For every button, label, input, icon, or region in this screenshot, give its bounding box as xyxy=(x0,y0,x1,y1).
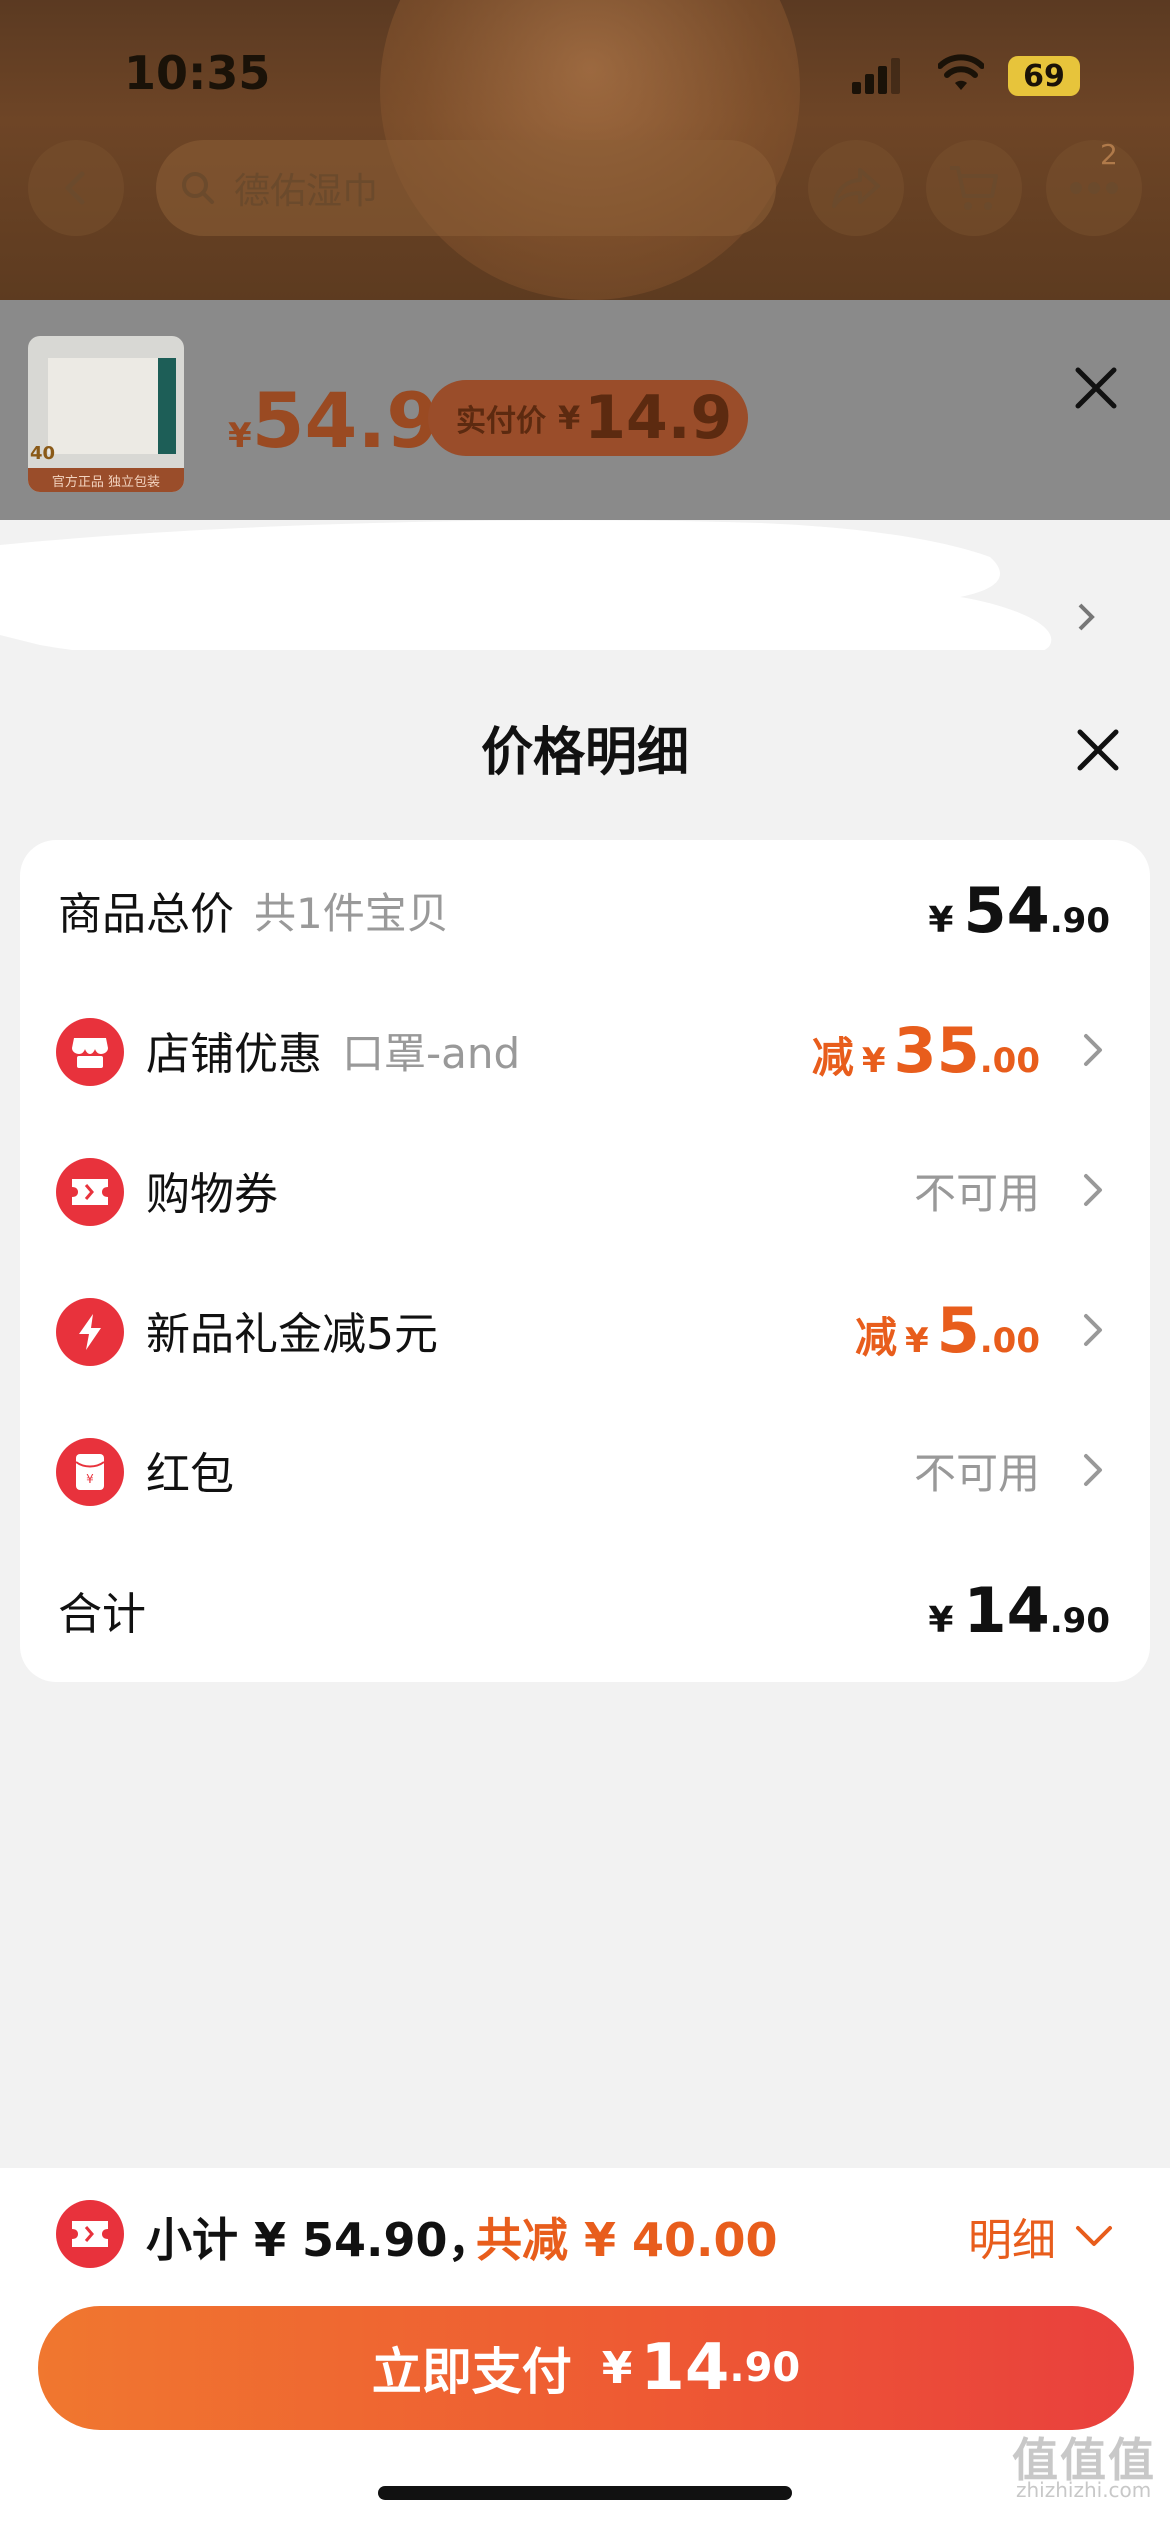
chevron-right-icon xyxy=(1084,1174,1102,1206)
product-thumb-count: 40 xyxy=(30,443,56,464)
product-price: ¥54.9 xyxy=(228,376,440,465)
cart-badge: 2 xyxy=(1100,138,1118,171)
subtotal-text: 小计 ¥ 54.90， xyxy=(146,2213,494,2267)
chevron-right-icon xyxy=(1084,1314,1102,1346)
detail-label: 明细 xyxy=(968,2215,1056,2266)
pay-amount-dec: .90 xyxy=(729,2345,801,2391)
ticket-icon xyxy=(56,2200,124,2268)
price-summary: 小计 ¥ 54.90， 共减 ¥ 40.00 明细 xyxy=(0,2168,1170,2298)
row-label: 店铺优惠 xyxy=(146,1029,322,1080)
row-store-discount[interactable]: 店铺优惠 口罩-and 减 ¥35.00 xyxy=(20,980,1150,1120)
search-input[interactable]: 德佑湿巾 xyxy=(156,140,776,236)
goods-total-price: ¥54.90 xyxy=(928,873,1110,947)
svg-text:¥: ¥ xyxy=(86,1472,94,1486)
row-label: 合计 xyxy=(58,1589,146,1640)
store-discount-amount: 减 ¥35.00 xyxy=(811,1013,1040,1087)
pay-amount-int: 14 xyxy=(640,2331,730,2405)
close-icon[interactable] xyxy=(1070,722,1126,778)
chevron-right-icon xyxy=(1084,1454,1102,1486)
pay-now-button[interactable]: 立即支付 ¥ 14 .90 xyxy=(38,2306,1134,2430)
product-thumbnail: 40 官方正品 独立包装 xyxy=(28,336,184,492)
gift-discount-amount: 减 ¥5.00 xyxy=(854,1293,1040,1367)
chevron-down-icon xyxy=(1076,2226,1112,2246)
status-time: 10:35 xyxy=(124,46,271,100)
row-new-product-gift[interactable]: 新品礼金减5元 减 ¥5.00 xyxy=(20,1260,1150,1400)
detail-toggle-button[interactable]: 明细 xyxy=(968,2204,1114,2268)
row-red-packet[interactable]: ¥ 红包 不可用 xyxy=(20,1400,1150,1540)
red-packet-status: 不可用 xyxy=(913,1448,1040,1498)
share-button[interactable] xyxy=(808,140,904,236)
wifi-icon xyxy=(938,54,984,90)
checkout-bar: 小计 ¥ 54.90， 共减 ¥ 40.00 明细 立即支付 ¥ 14 .90 xyxy=(0,2168,1170,2532)
more-button[interactable] xyxy=(1046,140,1142,236)
status-bar: 10:35 69 xyxy=(0,0,1170,150)
share-icon xyxy=(832,168,880,208)
price-detail-card: 商品总价 共1件宝贝 ¥54.90 店铺优惠 口罩-and 减 ¥35.00 购… xyxy=(20,840,1150,1682)
real-price-badge: 实付价 ¥ 14.9 xyxy=(428,380,748,456)
chevron-left-icon xyxy=(65,171,85,205)
store-icon xyxy=(56,1018,124,1086)
row-label: 购物券 xyxy=(146,1169,278,1220)
cart-button[interactable] xyxy=(926,140,1022,236)
row-goods-total: 商品总价 共1件宝贝 ¥54.90 xyxy=(20,840,1150,980)
product-summary-row: 40 官方正品 独立包装 ¥54.9 实付价 ¥ 14.9 xyxy=(0,300,1170,520)
battery-indicator: 69 xyxy=(1008,56,1080,96)
chevron-right-icon xyxy=(1084,1034,1102,1066)
sheet-title: 价格明细 xyxy=(480,723,689,783)
total-price: ¥14.90 xyxy=(928,1573,1110,1647)
search-icon xyxy=(182,172,214,204)
back-button[interactable] xyxy=(28,140,124,236)
row-total: 合计 ¥14.90 xyxy=(20,1540,1150,1680)
close-icon[interactable] xyxy=(1068,360,1124,416)
more-dots-icon xyxy=(1070,182,1118,194)
row-label: 商品总价 xyxy=(58,889,234,940)
top-nav: 德佑湿巾 xyxy=(0,140,1170,240)
row-sub: 口罩-and xyxy=(342,1028,521,1078)
row-label: 红包 xyxy=(146,1449,234,1500)
search-placeholder: 德佑湿巾 xyxy=(234,171,379,212)
red-packet-icon: ¥ xyxy=(56,1438,124,1506)
row-shopping-voucher[interactable]: 购物券 不可用 xyxy=(20,1120,1150,1260)
pay-label: 立即支付 xyxy=(371,2343,572,2401)
total-discount-text: 共减 ¥ 40.00 xyxy=(476,2213,778,2267)
row-label: 新品礼金减5元 xyxy=(146,1309,438,1360)
product-thumb-tag: 官方正品 独立包装 xyxy=(28,468,184,492)
ticket-icon xyxy=(56,1158,124,1226)
lightning-icon xyxy=(56,1298,124,1366)
home-indicator xyxy=(378,2486,792,2500)
row-sub: 共1件宝贝 xyxy=(254,888,449,938)
cart-icon xyxy=(950,166,998,210)
voucher-status: 不可用 xyxy=(913,1168,1040,1218)
watermark-url: zhizhizhi.com xyxy=(1016,2478,1152,2502)
cellular-signal-icon xyxy=(852,58,902,94)
